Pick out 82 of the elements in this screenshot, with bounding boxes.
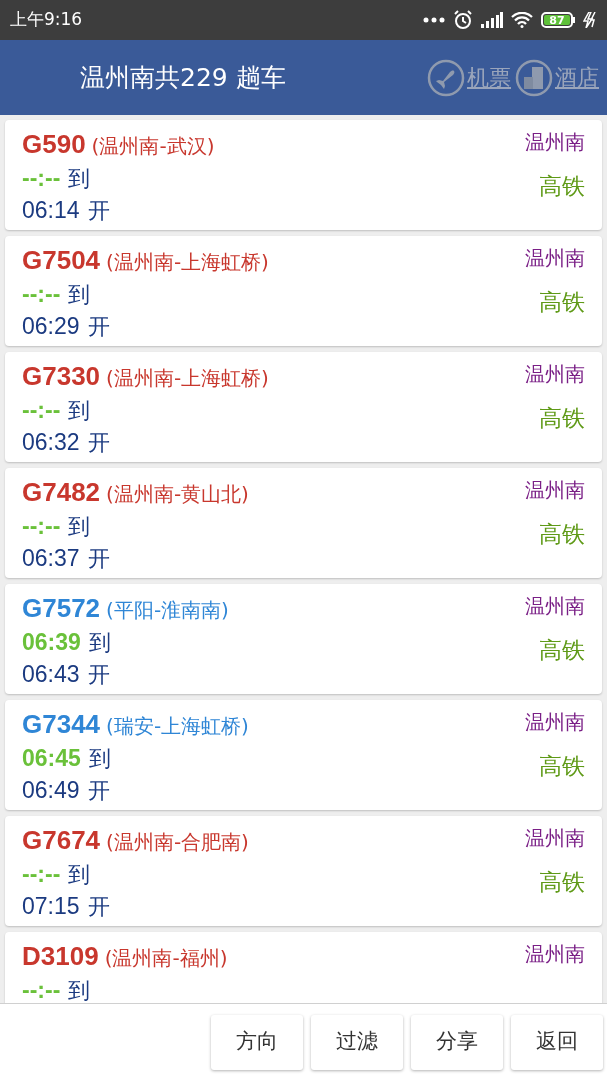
alarm-icon <box>453 10 473 30</box>
station-name: 温州南 <box>525 245 585 272</box>
departure-label: 开 <box>87 661 110 689</box>
train-card[interactable]: G590 (温州南-武汉) --:-- 到 06:14 开 温州南 高铁 <box>5 120 602 230</box>
train-route: (温州南-合肥南) <box>106 829 249 856</box>
departure-time: 07:15 <box>22 892 80 921</box>
departure-time: 06:32 <box>22 428 80 457</box>
train-route: (温州南-上海虹桥) <box>106 365 269 392</box>
arrival-label: 到 <box>68 165 91 193</box>
departure-time: 06:29 <box>22 312 80 341</box>
train-card[interactable]: G7674 (温州南-合肥南) --:-- 到 07:15 开 温州南 高铁 <box>5 816 602 926</box>
action-button[interactable]: 方向 <box>211 1014 303 1070</box>
wifi-icon <box>511 12 533 28</box>
arrival-time: --:-- <box>22 860 61 889</box>
arrival-label: 到 <box>88 745 111 773</box>
train-number: G7504 <box>22 244 101 277</box>
action-button[interactable]: 分享 <box>411 1014 503 1070</box>
train-number: G7572 <box>22 592 101 625</box>
train-route: (平阳-淮南南) <box>106 597 229 624</box>
battery-icon: 87 <box>541 12 575 28</box>
departure-label: 开 <box>87 197 110 225</box>
train-type: 高铁 <box>539 288 585 317</box>
arrival-label: 到 <box>88 629 111 657</box>
train-card[interactable]: D3109 (温州南-福州) --:-- 到 温州南 <box>5 932 602 1003</box>
departure-label: 开 <box>87 545 110 573</box>
station-name: 温州南 <box>525 825 585 852</box>
status-time: 上午9:16 <box>10 8 83 32</box>
station-name: 温州南 <box>525 709 585 736</box>
departure-time: 06:43 <box>22 660 80 689</box>
train-number: G7482 <box>22 476 101 509</box>
train-route: (温州南-武汉) <box>91 133 215 160</box>
header-title: 温州南共229 趟车 <box>80 61 286 94</box>
train-type: 高铁 <box>539 404 585 433</box>
arrival-time: --:-- <box>22 280 61 309</box>
station-name: 温州南 <box>525 477 585 504</box>
departure-time: 06:14 <box>22 196 80 225</box>
more-icon <box>423 17 445 23</box>
arrival-time: 06:39 <box>22 628 81 657</box>
train-card[interactable]: G7482 (温州南-黄山北) --:-- 到 06:37 开 温州南 高铁 <box>5 468 602 578</box>
arrival-time: 06:45 <box>22 744 81 773</box>
action-button[interactable]: 返回 <box>511 1014 603 1070</box>
train-route: (瑞安-上海虹桥) <box>106 713 249 740</box>
action-button[interactable]: 过滤 <box>311 1014 403 1070</box>
train-card[interactable]: G7572 (平阳-淮南南) 06:39 到 06:43 开 温州南 高铁 <box>5 584 602 694</box>
arrival-label: 到 <box>68 281 91 309</box>
arrival-label: 到 <box>68 397 91 425</box>
train-number: G7330 <box>22 360 101 393</box>
station-name: 温州南 <box>525 361 585 388</box>
train-type: 高铁 <box>539 172 585 201</box>
arrival-label: 到 <box>68 513 91 541</box>
train-card[interactable]: G7504 (温州南-上海虹桥) --:-- 到 06:29 开 温州南 高铁 <box>5 236 602 346</box>
arrival-time: --:-- <box>22 512 61 541</box>
departure-label: 开 <box>87 429 110 457</box>
train-route: (温州南-上海虹桥) <box>106 249 269 276</box>
departure-label: 开 <box>87 893 110 921</box>
station-name: 温州南 <box>525 593 585 620</box>
departure-label: 开 <box>87 777 110 805</box>
train-number: D3109 <box>22 940 99 973</box>
arrival-time: --:-- <box>22 164 61 193</box>
arrival-label: 到 <box>68 861 91 889</box>
charging-icon <box>583 12 597 28</box>
signal-icon <box>481 12 503 28</box>
train-route: (温州南-福州) <box>104 945 228 972</box>
train-type: 高铁 <box>539 752 585 781</box>
train-type: 高铁 <box>539 636 585 665</box>
train-card[interactable]: G7330 (温州南-上海虹桥) --:-- 到 06:32 开 温州南 高铁 <box>5 352 602 462</box>
train-number: G7344 <box>22 708 101 741</box>
arrival-label: 到 <box>68 977 91 1003</box>
train-type: 高铁 <box>539 868 585 897</box>
departure-label: 开 <box>87 313 110 341</box>
train-card[interactable]: G7344 (瑞安-上海虹桥) 06:45 到 06:49 开 温州南 高铁 <box>5 700 602 810</box>
departure-time: 06:37 <box>22 544 80 573</box>
train-route: (温州南-黄山北) <box>106 481 249 508</box>
building-icon <box>515 58 553 97</box>
train-number: G7674 <box>22 824 101 857</box>
arrival-time: --:-- <box>22 396 61 425</box>
station-name: 温州南 <box>525 941 585 968</box>
departure-time: 06:49 <box>22 776 80 805</box>
arrival-time: --:-- <box>22 976 61 1003</box>
train-type: 高铁 <box>539 520 585 549</box>
train-number: G590 <box>22 128 86 161</box>
station-name: 温州南 <box>525 129 585 156</box>
